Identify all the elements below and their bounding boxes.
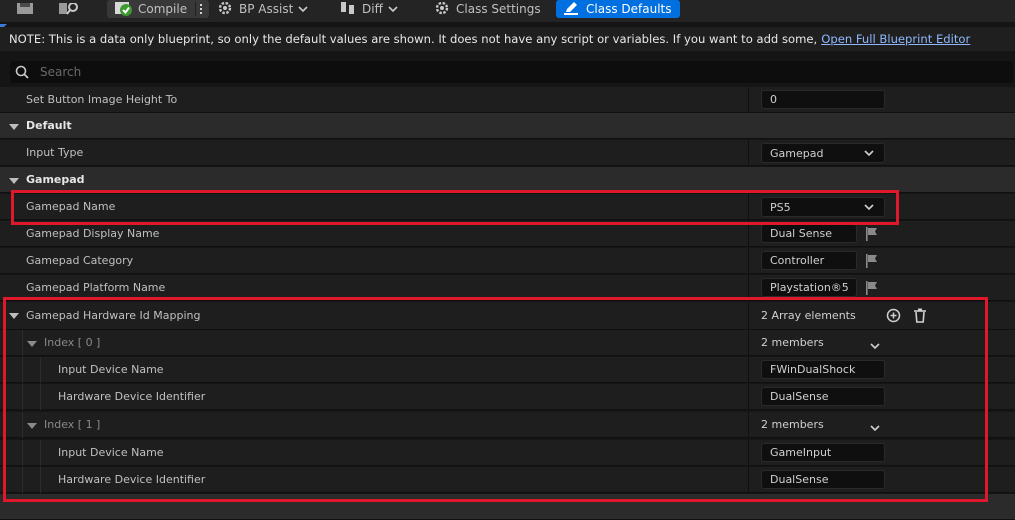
compile-options-icon[interactable] <box>195 2 206 16</box>
gamepad-platform-name-field[interactable]: Playstation®5 <box>761 278 857 297</box>
property-row-gamepad-category: Gamepad Category Controller <box>0 248 1015 274</box>
save-icon[interactable] <box>16 0 38 18</box>
property-label: Gamepad Display Name <box>26 227 160 240</box>
class-settings-label: Class Settings <box>456 2 541 16</box>
class-defaults-button[interactable]: Class Defaults <box>556 0 680 18</box>
collapse-arrow-icon[interactable] <box>9 124 19 130</box>
data-only-notice: NOTE: This is a data only blueprint, so … <box>0 27 1015 51</box>
localization-flag-icon[interactable] <box>866 254 878 268</box>
search-input[interactable]: Search <box>40 65 81 79</box>
chevron-down-icon <box>298 2 308 16</box>
diff-button[interactable]: Diff <box>340 0 402 18</box>
input-type-dropdown[interactable]: Gamepad <box>761 143 885 163</box>
compile-button[interactable]: Compile <box>107 0 209 18</box>
property-label: Gamepad Category <box>26 254 134 267</box>
gear-icon <box>217 1 233 16</box>
bp-assist-label: BP Assist <box>239 2 294 16</box>
collapse-arrow-icon[interactable] <box>9 178 19 184</box>
diff-icon <box>340 2 356 16</box>
class-settings-button[interactable]: Class Settings <box>434 0 546 18</box>
notice-text: NOTE: This is a data only blueprint, so … <box>9 32 818 46</box>
gamepad-category-field[interactable]: Controller <box>761 251 857 270</box>
diff-label: Diff <box>362 2 383 16</box>
gamepad-display-name-field[interactable]: Dual Sense <box>761 224 857 243</box>
browse-icon[interactable] <box>58 0 82 18</box>
property-label: Set Button Image Height To <box>26 93 178 106</box>
property-label: Input Type <box>26 146 84 159</box>
property-label: Gamepad Platform Name <box>26 281 166 294</box>
search-icon <box>15 65 29 79</box>
search-box[interactable]: Search <box>10 61 1013 83</box>
bp-assist-button[interactable]: BP Assist <box>217 0 313 18</box>
open-full-blueprint-editor-link[interactable]: Open Full Blueprint Editor <box>821 32 970 46</box>
input-type-value: Gamepad <box>770 146 824 160</box>
category-default[interactable]: Default <box>0 113 1015 139</box>
localization-flag-icon[interactable] <box>866 281 878 295</box>
class-defaults-label: Class Defaults <box>586 2 672 16</box>
property-row-set-button-image-height: Set Button Image Height To 0 <box>0 87 1015 113</box>
toolbar: Compile BP Assist Diff Class Settings Cl… <box>0 0 1015 22</box>
localization-flag-icon[interactable] <box>866 227 878 241</box>
gear-icon <box>434 1 450 16</box>
chevron-down-icon <box>388 2 398 16</box>
property-row-input-type: Input Type Gamepad <box>0 140 1015 166</box>
category-label: Gamepad <box>26 173 85 186</box>
highlight-box-hardware-mapping <box>3 297 988 502</box>
set-button-image-height-field[interactable]: 0 <box>761 90 885 109</box>
compile-label: Compile <box>138 2 188 16</box>
compile-status-icon <box>115 2 133 16</box>
highlight-box-gamepad-name <box>11 190 899 225</box>
chevron-down-icon <box>864 147 874 160</box>
pencil-icon <box>564 2 580 16</box>
category-label: Default <box>26 119 72 132</box>
